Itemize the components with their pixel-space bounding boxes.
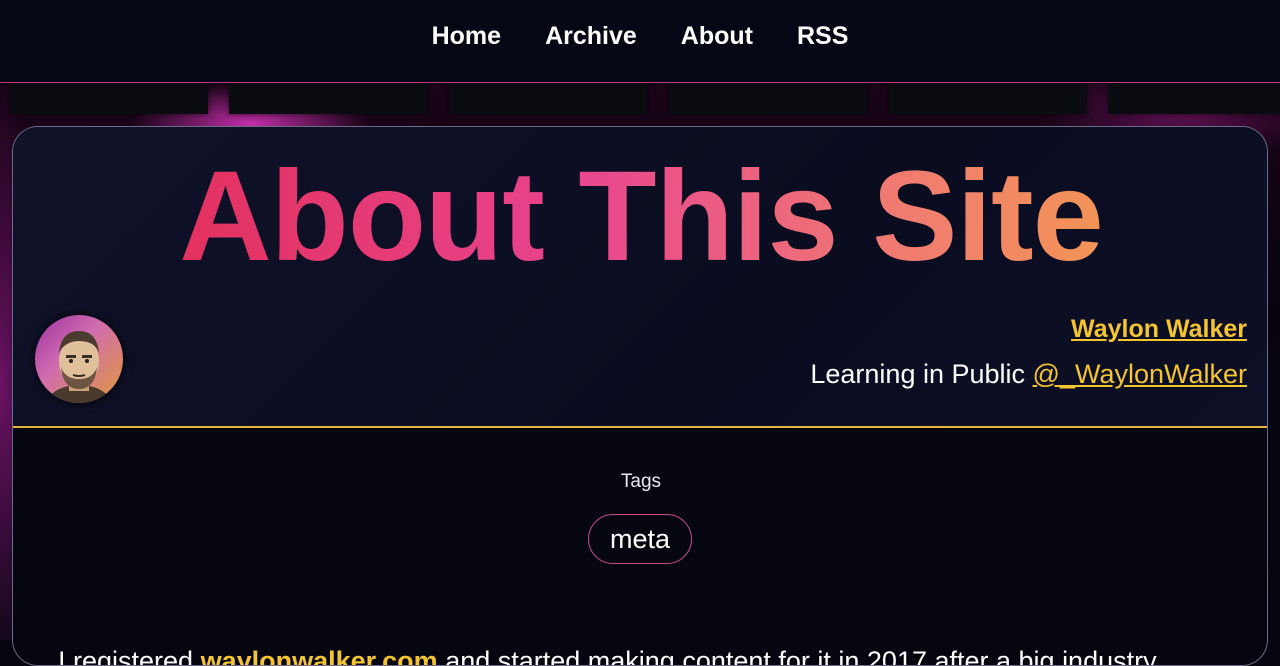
- background-block: [229, 84, 427, 114]
- twitter-handle-link[interactable]: @_WaylonWalker: [1033, 359, 1247, 389]
- nav-rss-link[interactable]: RSS: [797, 22, 848, 51]
- avatar-portrait-icon: [45, 331, 113, 403]
- background-block: [1108, 84, 1280, 114]
- background-block: [449, 84, 647, 114]
- author-avatar: [35, 315, 123, 403]
- background-block: [889, 84, 1087, 114]
- tags-heading: Tags: [620, 471, 662, 492]
- tagline-text: Learning in Public: [810, 359, 1033, 389]
- background-block: [10, 84, 208, 114]
- site-domain-link[interactable]: waylonwalker.com: [201, 646, 438, 665]
- tag-meta[interactable]: meta: [588, 514, 692, 564]
- nav-home-link[interactable]: Home: [432, 22, 501, 51]
- intro-text-continued: and started making content for it in 201…: [437, 646, 1157, 666]
- nav-about-link[interactable]: About: [681, 22, 753, 51]
- nav-archive-link[interactable]: Archive: [545, 22, 637, 51]
- top-nav: Home Archive About RSS: [0, 0, 1280, 83]
- background-block: [669, 84, 867, 114]
- author-name-link[interactable]: Waylon Walker: [1071, 315, 1247, 344]
- post-hero: About This Site Waylon Walker Learning i…: [13, 127, 1267, 428]
- post-card: About This Site Waylon Walker Learning i…: [12, 126, 1268, 666]
- author-tagline: Learning in Public @_WaylonWalker: [810, 359, 1247, 390]
- post-body-paragraph: I registered waylonwalker.com and starte…: [58, 646, 1238, 666]
- intro-text: I registered: [58, 646, 201, 666]
- page-title: About This Site: [13, 147, 1267, 287]
